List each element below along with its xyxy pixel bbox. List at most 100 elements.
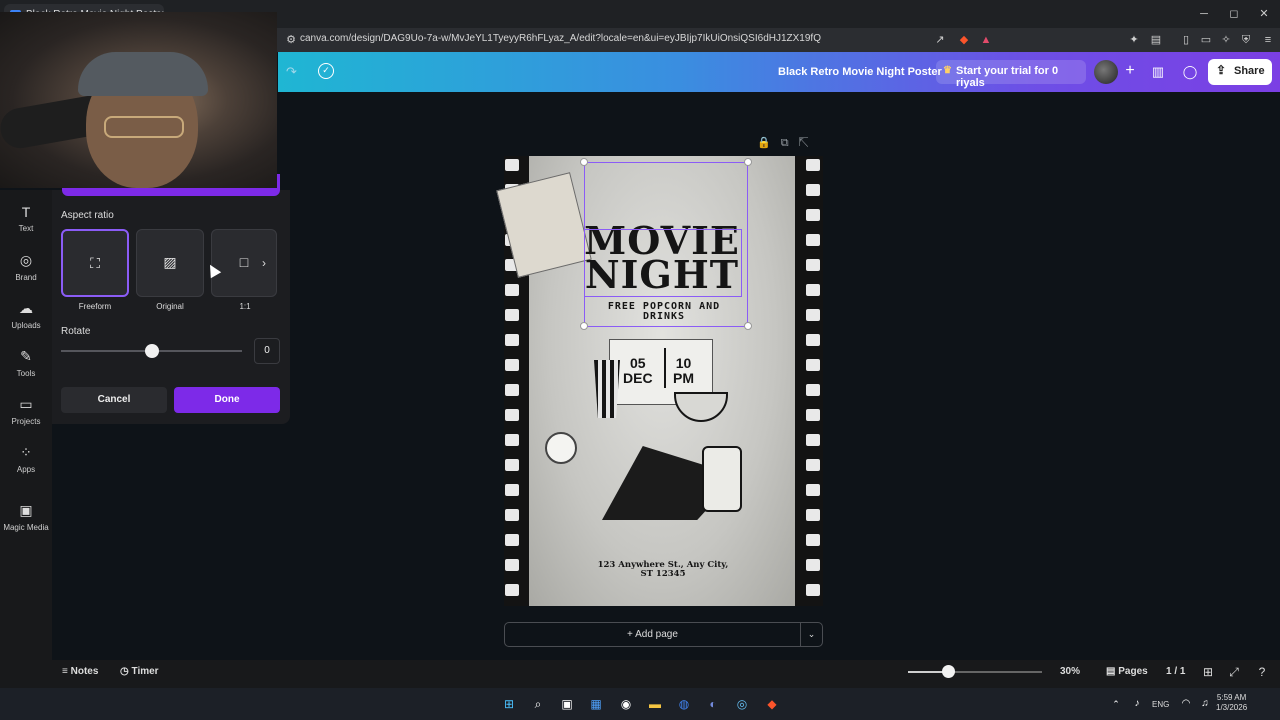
ratio-original-option[interactable]: ▨ — [136, 229, 204, 297]
insights-icon[interactable]: ▥ — [1146, 60, 1170, 84]
wallet-panel-icon[interactable]: ▭ — [1198, 32, 1214, 48]
chrome-icon[interactable]: ◍ — [674, 694, 694, 714]
minimize-window-button[interactable]: ─ — [1190, 4, 1218, 24]
timer-label: Timer — [131, 666, 159, 677]
steam-icon[interactable]: ◎ — [732, 694, 752, 714]
projects-icon: ▭ — [19, 396, 33, 412]
film-perforation-right — [806, 484, 820, 496]
cup-mascot-graphic[interactable] — [702, 446, 742, 512]
wifi-icon[interactable]: ◠ — [1176, 694, 1196, 714]
page-count: 1 / 1 — [1166, 666, 1186, 677]
sidebar-toggle-icon[interactable]: ▯ — [1178, 32, 1194, 48]
done-button[interactable]: Done — [174, 387, 280, 413]
microphone-icon[interactable]: ♪ — [1127, 694, 1147, 714]
rail-item-projects[interactable]: ▭ Projects — [0, 396, 52, 426]
cancel-button[interactable]: Cancel — [61, 387, 167, 413]
obs-icon[interactable]: ◉ — [616, 694, 636, 714]
chevron-down-icon[interactable]: ⌄ — [800, 622, 823, 647]
rail-item-magic-media[interactable]: ▣ Magic Media — [0, 502, 52, 532]
poster-address[interactable]: 123 Anywhere St., Any City, ST 12345 — [590, 561, 736, 579]
brave-shield-icon[interactable]: ◆ — [956, 32, 972, 48]
rail-item-tools[interactable]: ✎ Tools — [0, 348, 52, 378]
start-trial-button[interactable]: ♛ Start your trial for 0 riyals — [936, 60, 1086, 89]
ratio-freeform-option[interactable]: ⛶ — [61, 229, 129, 297]
cloud-save-icon[interactable]: ✓ — [318, 63, 334, 79]
vpn-icon[interactable]: ⛨ — [1238, 32, 1254, 48]
rail-item-apps[interactable]: ⁘ Apps — [0, 444, 52, 474]
aspect-ratio-heading: Aspect ratio — [61, 210, 114, 221]
film-perforation-left — [505, 534, 519, 546]
site-info-icon[interactable]: ⚙ — [283, 32, 299, 48]
add-page-button[interactable]: + Add page — [504, 622, 801, 647]
rail-item-label: Text — [18, 224, 34, 233]
chevron-right-icon[interactable]: › — [262, 256, 266, 270]
url-field[interactable]: canva.com/design/DAG9Uo-7a-w/MvJeYL1Tyey… — [300, 33, 821, 44]
share-page-icon[interactable]: ↗ — [932, 32, 948, 48]
rotate-slider-thumb[interactable] — [144, 344, 159, 358]
smiley-graphic[interactable] — [545, 432, 577, 464]
windows-start-icon[interactable]: ⊞ — [499, 694, 519, 714]
discord-icon[interactable]: ◐ — [703, 694, 723, 714]
language-indicator[interactable]: ENG — [1152, 700, 1169, 709]
film-perforation-right — [806, 509, 820, 521]
event-time[interactable]: 10 PM — [673, 356, 694, 386]
text-icon: T — [21, 204, 31, 220]
fullscreen-icon[interactable]: ⤢ — [1226, 664, 1242, 680]
comments-icon[interactable]: ◯ — [1178, 60, 1202, 84]
pages-button[interactable]: ▤ Pages — [1106, 666, 1148, 677]
leo-ai-icon[interactable]: ✧ — [1218, 32, 1234, 48]
crop-handle-bottom-right[interactable] — [744, 322, 752, 330]
grid-view-icon[interactable]: ⊞ — [1200, 664, 1216, 680]
crop-handle-top-right[interactable] — [744, 158, 752, 166]
brand-icon: ◎ — [19, 252, 33, 268]
title-selection-box[interactable] — [584, 229, 742, 297]
task-view-icon[interactable]: ▣ — [557, 694, 577, 714]
webcam-overlay — [0, 12, 277, 188]
film-perforation-right — [806, 384, 820, 396]
crown-icon: ♛ — [943, 65, 952, 76]
wallet-icon[interactable]: ▤ — [1148, 32, 1164, 48]
brave-rewards-icon[interactable]: ▲ — [978, 32, 994, 48]
timer-button[interactable]: ◷ Timer — [120, 666, 159, 677]
ratio-1-1-option[interactable]: □ — [211, 229, 277, 297]
share-icon: ⇪ — [1216, 63, 1227, 77]
crop-handle-top-left[interactable] — [580, 158, 588, 166]
page-lock-duplicate-share-icons[interactable]: 🔒⧉⇱ — [757, 136, 819, 150]
rotate-label: Rotate — [61, 326, 91, 337]
menu-icon[interactable]: ≡ — [1260, 32, 1276, 48]
magic-media-icon: ▣ — [19, 502, 33, 518]
notes-label: Notes — [70, 666, 99, 677]
avatar[interactable] — [1094, 60, 1118, 84]
store-icon[interactable]: ▦ — [586, 694, 606, 714]
rail-item-text[interactable]: T Text — [0, 204, 52, 233]
rail-item-uploads[interactable]: ☁ Uploads — [0, 300, 52, 330]
person-glasses — [104, 116, 184, 138]
redo-icon[interactable]: ↷ — [286, 64, 297, 80]
drink-cup-graphic[interactable] — [594, 360, 620, 418]
notes-button[interactable]: ≡ Notes — [62, 666, 98, 677]
chevron-up-icon[interactable]: ⌃ — [1106, 694, 1126, 714]
share-button[interactable]: ⇪ Share — [1208, 59, 1272, 85]
volume-icon[interactable]: ♫ — [1195, 694, 1215, 714]
rotate-value-input[interactable]: 0 — [254, 338, 280, 364]
event-date[interactable]: 05 DEC — [623, 356, 653, 386]
search-icon[interactable]: ⌕ — [528, 694, 548, 714]
clock[interactable]: 5:59 AM 1/3/2026 — [1216, 693, 1247, 713]
rail-item-brand[interactable]: ◎ Brand — [0, 252, 52, 282]
square-icon: □ — [239, 254, 249, 270]
brave-browser-icon[interactable]: ◆ — [762, 694, 782, 714]
uploads-icon: ☁ — [19, 300, 33, 316]
extensions-icon[interactable]: ✦ — [1126, 32, 1142, 48]
film-perforation-right — [806, 534, 820, 546]
film-perforation-right — [806, 284, 820, 296]
file-explorer-icon[interactable]: ▬ — [645, 694, 665, 714]
document-title[interactable]: Black Retro Movie Night Poster — [778, 66, 942, 78]
editor-footer — [0, 660, 1280, 688]
crop-handle-bottom-left[interactable] — [580, 322, 588, 330]
close-window-button[interactable]: ✕ — [1250, 4, 1278, 24]
film-perforation-left — [505, 159, 519, 171]
maximize-window-button[interactable]: ◻ — [1220, 4, 1248, 24]
help-icon[interactable]: ? — [1254, 664, 1270, 680]
zoom-value[interactable]: 30% — [1060, 666, 1080, 677]
add-collaborator-button[interactable]: + — [1120, 60, 1140, 84]
